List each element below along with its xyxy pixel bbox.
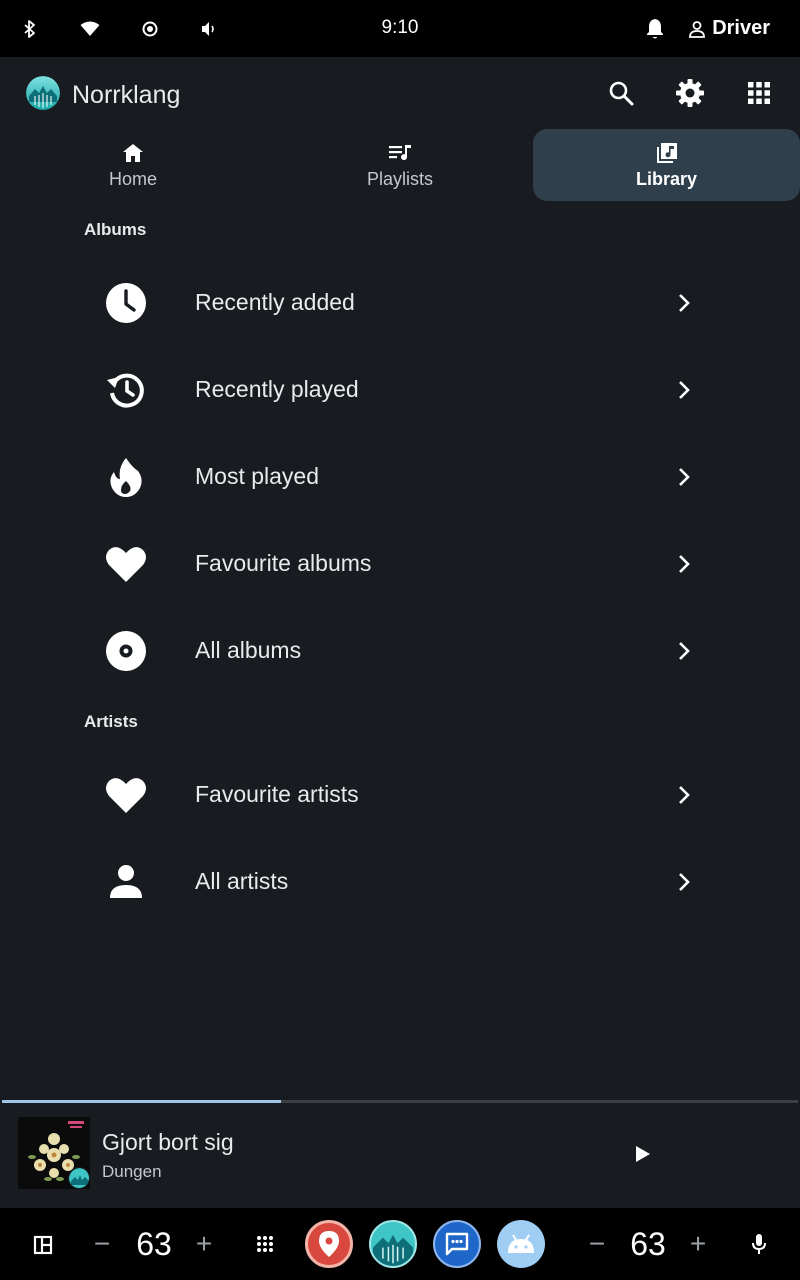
tab-home[interactable]: Home: [0, 129, 266, 201]
app-launcher-icon: [256, 1235, 274, 1253]
play-button[interactable]: [628, 1139, 658, 1169]
app-logo-icon: [26, 76, 60, 110]
left-temp-increase-button[interactable]: +: [190, 1224, 218, 1264]
tab-playlists-label: Playlists: [366, 168, 433, 189]
right-temp-decrease-button[interactable]: −: [583, 1224, 611, 1264]
library-icon: [655, 141, 679, 165]
norrklang-app-icon[interactable]: [369, 1220, 417, 1268]
list-item-all-artists[interactable]: All artists: [84, 838, 724, 925]
maps-app-icon[interactable]: [305, 1220, 353, 1268]
heart-icon: [104, 542, 148, 586]
chevron-right-icon: [674, 291, 694, 315]
list-item-label: Favourite albums: [195, 550, 372, 576]
left-temp-decrease-button[interactable]: −: [88, 1224, 116, 1264]
track-artist: Dungen: [102, 1162, 162, 1181]
home-icon: [121, 141, 145, 165]
settings-icon: [675, 78, 705, 108]
clock-icon: [104, 281, 148, 325]
app-title: Norrklang: [72, 81, 181, 109]
list-item-all-albums[interactable]: All albums: [84, 607, 724, 694]
split-screen-icon: [33, 1235, 53, 1255]
chevron-right-icon: [674, 783, 694, 807]
chevron-right-icon: [674, 870, 694, 894]
left-temperature: 63: [136, 1225, 172, 1262]
user-profile[interactable]: Driver: [688, 17, 770, 40]
app-bar: Norrklang: [0, 57, 800, 129]
disc-icon: [104, 629, 148, 673]
chevron-right-icon: [674, 378, 694, 402]
clock: 9:10: [381, 17, 419, 38]
list-item-most-played[interactable]: Most played: [84, 433, 724, 520]
chevron-right-icon: [674, 639, 694, 663]
system-bar: − 63 + − 63 +: [0, 1208, 800, 1280]
person-icon: [104, 860, 148, 904]
list-item-recently-added[interactable]: Recently added: [84, 259, 724, 346]
status-bar: 9:10 Driver: [0, 0, 800, 57]
tab-library[interactable]: Library: [533, 129, 800, 201]
norrklang-badge-icon: [68, 1167, 90, 1189]
artists-section-title: Artists: [84, 712, 138, 731]
microphone-icon: [751, 1233, 767, 1255]
list-item-favourite-albums[interactable]: Favourite albums: [84, 520, 724, 607]
chevron-right-icon: [674, 552, 694, 576]
tab-playlists[interactable]: Playlists: [266, 129, 534, 201]
play-icon: [635, 1145, 651, 1163]
list-item-label: All artists: [195, 868, 289, 894]
search-icon: [608, 80, 634, 106]
right-temperature: 63: [630, 1225, 666, 1262]
settings-button[interactable]: [671, 74, 709, 112]
app-launcher-button[interactable]: [254, 1233, 276, 1255]
split-screen-button[interactable]: [30, 1232, 56, 1258]
list-item-label: Recently played: [195, 376, 359, 402]
chevron-right-icon: [674, 465, 694, 489]
android-app-icon[interactable]: [497, 1220, 545, 1268]
list-item-label: All albums: [195, 637, 302, 663]
apps-grid-icon: [747, 81, 771, 105]
track-title: Gjort bort sig: [102, 1129, 234, 1155]
list-item-favourite-artists[interactable]: Favourite artists: [84, 751, 724, 838]
playlist-icon: [388, 141, 412, 165]
tab-home-label: Home: [108, 168, 157, 189]
user-name: Driver: [712, 17, 770, 39]
apps-grid-button[interactable]: [740, 74, 778, 112]
fire-icon: [104, 455, 148, 499]
messages-app-icon[interactable]: [433, 1220, 481, 1268]
list-item-label: Favourite artists: [195, 781, 359, 807]
notification-icon[interactable]: [644, 18, 666, 40]
history-icon: [104, 368, 148, 412]
tab-library-label: Library: [635, 168, 698, 189]
list-item-recently-played[interactable]: Recently played: [84, 346, 724, 433]
voice-assistant-button[interactable]: [748, 1231, 770, 1257]
albums-section-title: Albums: [84, 220, 147, 239]
search-button[interactable]: [602, 74, 640, 112]
now-playing-bar[interactable]: Gjort bort sig Dungen: [0, 1103, 800, 1208]
heart-icon: [104, 773, 148, 817]
right-temp-increase-button[interactable]: +: [684, 1224, 712, 1264]
person-icon: [688, 20, 706, 38]
list-item-label: Recently added: [195, 289, 355, 315]
tab-bar: Home Playlists Library: [0, 129, 800, 201]
list-item-label: Most played: [195, 463, 320, 489]
